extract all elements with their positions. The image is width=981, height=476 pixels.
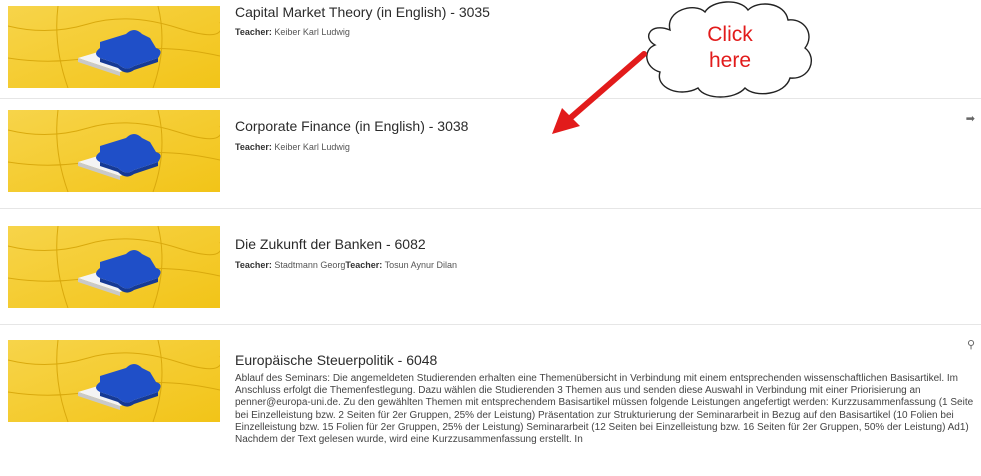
arrow-right-icon[interactable]: ➡ [966, 112, 975, 125]
callout-line-2: here [708, 49, 752, 72]
puzzle-image [8, 340, 220, 422]
puzzle-image [8, 110, 220, 192]
course-teacher: Teacher: Stadtmann GeorgTeacher: Tosun A… [235, 260, 458, 270]
click-here-callout: Click here [640, 0, 820, 100]
course-title[interactable]: Corporate Finance (in English) - 3038 [235, 118, 468, 134]
course-teacher: Teacher: Keiber Karl Ludwig [235, 142, 350, 152]
callout-line-1: Click [707, 23, 753, 46]
course-thumbnail[interactable] [8, 340, 220, 422]
course-thumbnail[interactable] [8, 110, 220, 192]
course-thumbnail[interactable] [8, 6, 220, 88]
course-item-zukunft-der-banken[interactable]: Die Zukunft der Banken - 6082 Teacher: S… [0, 224, 981, 325]
course-teacher: Teacher: Keiber Karl Ludwig [235, 27, 350, 37]
course-item-corporate-finance[interactable]: Corporate Finance (in English) - 3038 Te… [0, 108, 981, 209]
search-icon[interactable]: ⚲ [967, 338, 975, 351]
course-thumbnail[interactable] [8, 226, 220, 308]
red-arrow-icon [552, 51, 647, 134]
course-description: Ablauf des Seminars: Die angemeldeten St… [235, 373, 974, 446]
puzzle-image [8, 6, 220, 88]
course-title[interactable]: Die Zukunft der Banken - 6082 [235, 236, 426, 252]
course-title[interactable]: Capital Market Theory (in English) - 303… [235, 4, 490, 20]
course-item-capital-market-theory[interactable]: Capital Market Theory (in English) - 303… [0, 0, 981, 99]
course-title[interactable]: Europäische Steuerpolitik - 6048 [235, 352, 437, 368]
puzzle-image [8, 226, 220, 308]
